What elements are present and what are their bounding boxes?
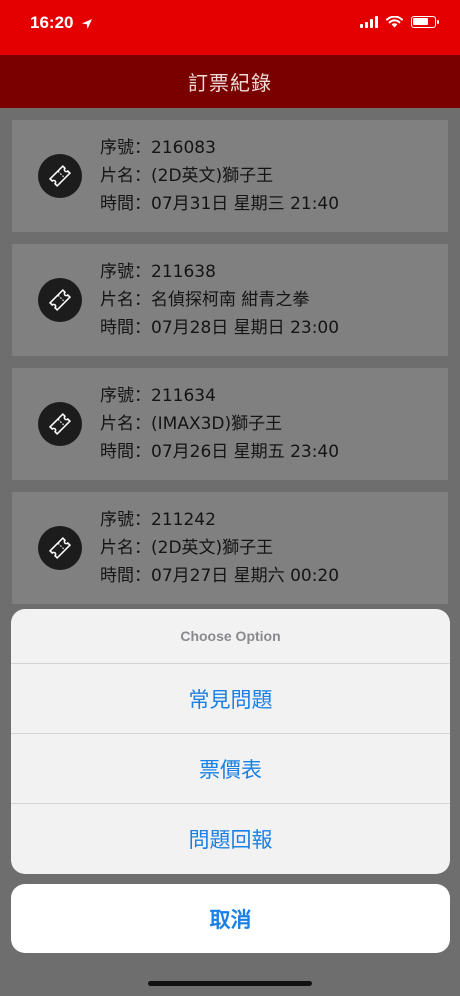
cancel-button[interactable]: 取消 xyxy=(11,884,450,953)
location-arrow-icon xyxy=(82,18,93,29)
ticket-icon xyxy=(38,402,82,446)
booking-record-text: 序號：216083 片名：(2D英文)獅子王 時間：07月31日 星期三 21:… xyxy=(100,134,339,218)
status-time: 16:20 xyxy=(30,13,93,33)
booking-record-card[interactable]: 序號：211638 片名：名偵探柯南 紺青之拳 時間：07月28日 星期日 23… xyxy=(12,244,448,356)
record-movie-title: 片名：(2D英文)獅子王 xyxy=(100,538,274,558)
record-movie-title: 片名：名偵探柯南 紺青之拳 xyxy=(100,290,310,310)
booking-record-card[interactable]: 序號：211634 片名：(IMAX3D)獅子王 時間：07月26日 星期五 2… xyxy=(12,368,448,480)
price-list-option-button[interactable]: 票價表 xyxy=(11,734,450,804)
record-showtime: 時間：07月28日 星期日 23:00 xyxy=(100,318,340,338)
faq-option-button[interactable]: 常見問題 xyxy=(11,664,450,734)
action-sheet-title: Choose Option xyxy=(180,628,281,644)
status-icons xyxy=(360,16,439,28)
record-showtime: 時間：07月31日 星期三 21:40 xyxy=(100,194,340,214)
record-showtime: 時間：07月27日 星期六 00:20 xyxy=(100,566,340,586)
booking-record-card[interactable]: 序號：211242 片名：(2D英文)獅子王 時間：07月27日 星期六 00:… xyxy=(12,492,448,604)
action-sheet-header: Choose Option xyxy=(11,609,450,664)
battery-icon xyxy=(411,16,439,28)
booking-record-card[interactable]: 序號：216083 片名：(2D英文)獅子王 時間：07月31日 星期三 21:… xyxy=(12,120,448,232)
record-serial: 序號：211242 xyxy=(100,510,216,530)
ticket-icon xyxy=(38,526,82,570)
wifi-icon xyxy=(386,16,403,28)
record-movie-title: 片名：(IMAX3D)獅子王 xyxy=(100,414,283,434)
ticket-icon xyxy=(38,154,82,198)
page-title: 訂票紀錄 xyxy=(188,71,272,95)
record-serial: 序號：211638 xyxy=(100,262,216,282)
status-time-text: 16:20 xyxy=(30,13,74,32)
cellular-signal-icon xyxy=(360,16,378,28)
nav-bar: 訂票紀錄 xyxy=(0,55,460,108)
record-serial: 序號：216083 xyxy=(100,138,216,158)
booking-record-text: 序號：211242 片名：(2D英文)獅子王 時間：07月27日 星期六 00:… xyxy=(100,506,339,590)
record-serial: 序號：211634 xyxy=(100,386,216,406)
status-bar: 16:20 xyxy=(0,0,460,55)
report-issue-option-button[interactable]: 問題回報 xyxy=(11,804,450,874)
action-sheet: Choose Option 常見問題 票價表 問題回報 xyxy=(11,609,450,874)
ticket-icon xyxy=(38,278,82,322)
booking-record-text: 序號：211634 片名：(IMAX3D)獅子王 時間：07月26日 星期五 2… xyxy=(100,382,339,466)
booking-record-text: 序號：211638 片名：名偵探柯南 紺青之拳 時間：07月28日 星期日 23… xyxy=(100,258,339,342)
record-movie-title: 片名：(2D英文)獅子王 xyxy=(100,166,274,186)
record-showtime: 時間：07月26日 星期五 23:40 xyxy=(100,442,340,462)
home-indicator[interactable] xyxy=(148,981,312,986)
